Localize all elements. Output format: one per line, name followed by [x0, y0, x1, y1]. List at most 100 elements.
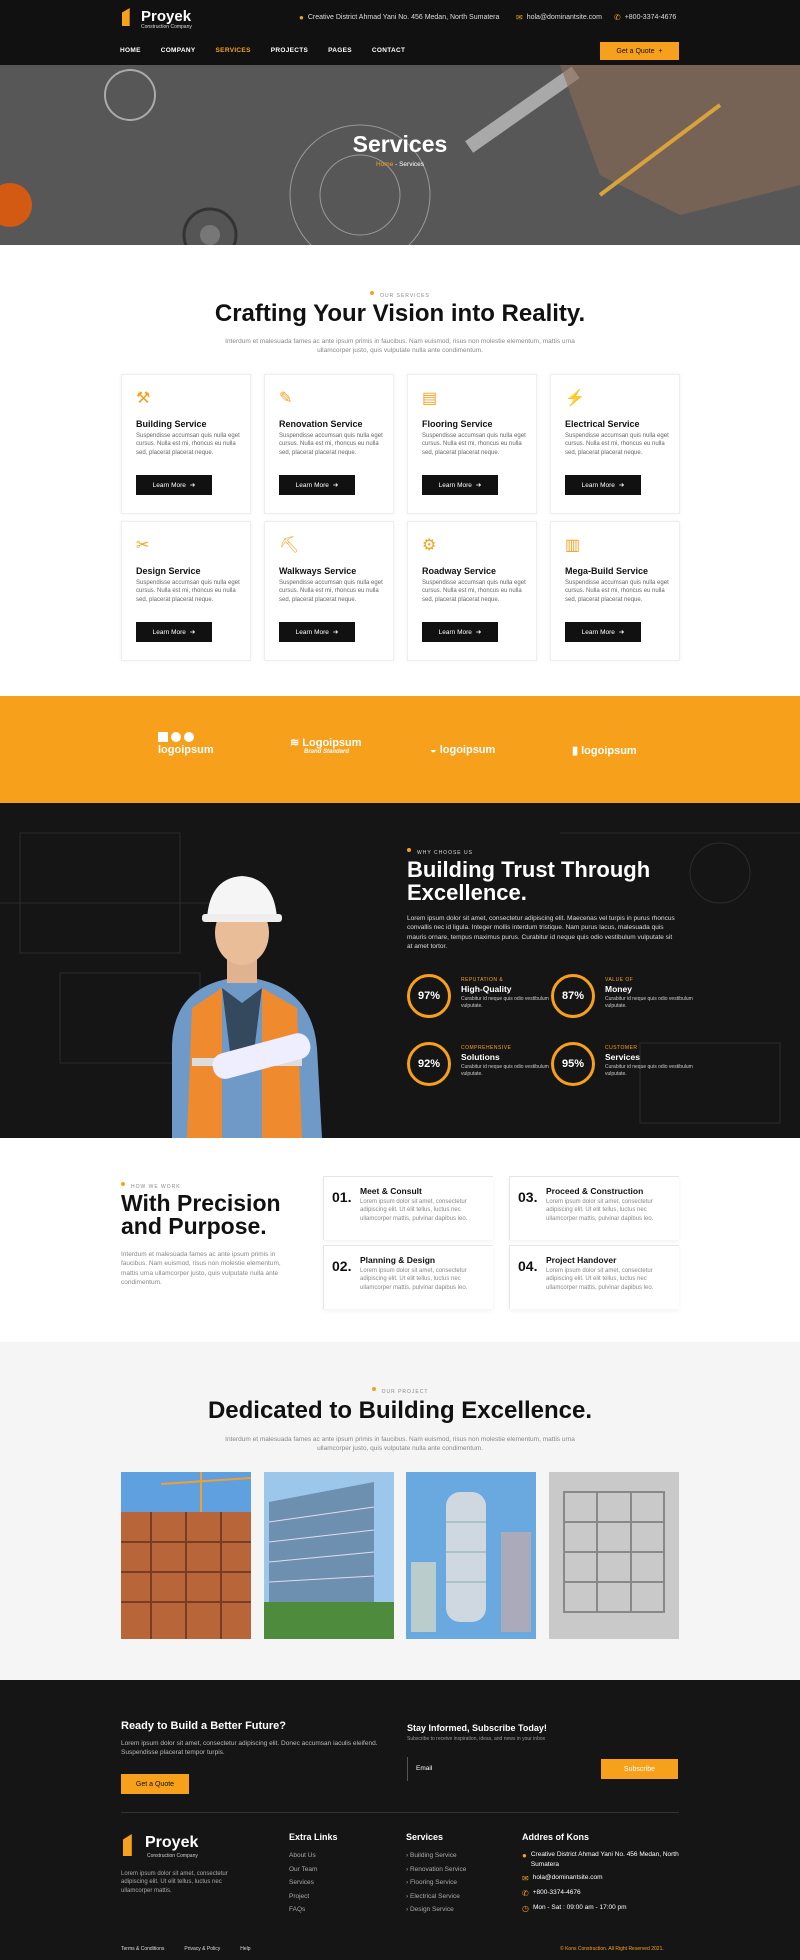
cta-text: Lorem ipsum dolor sit amet, consectetur … [121, 1740, 378, 1757]
step-title: Proceed & Construction [546, 1186, 644, 1196]
step-number: 03. [518, 1189, 538, 1205]
step-desc: Lorem ipsum dolor sit amet, consectetur … [360, 1268, 468, 1291]
service-desc: Suspendisse accumsan quis nulla eget cur… [136, 580, 240, 603]
footer-link-about[interactable]: About Us [289, 1849, 317, 1863]
service-card: ⚒ Building Service Suspendisse accumsan qu… [121, 374, 251, 514]
step-desc: Lorem ipsum dolor sit amet, consectetur … [546, 1199, 654, 1222]
mail-icon: ✉ [522, 1873, 529, 1883]
learn-more-button[interactable]: Learn More ➔ [279, 475, 355, 495]
nav-company[interactable]: COMPANY [161, 47, 196, 54]
learn-more-button[interactable]: Learn More ➔ [422, 622, 498, 642]
footer-services-list: › Building Service › Renovation Service … [406, 1849, 466, 1917]
partner-logo-1[interactable]: logoipsum [158, 732, 214, 756]
step-number: 02. [332, 1258, 352, 1274]
learn-more-button[interactable]: Learn More ➔ [279, 622, 355, 642]
brand-tagline: Construction Company [141, 24, 192, 30]
partner-logos: logoipsum ≋ Logoipsum Brand Standard ◒ l… [0, 696, 800, 803]
partner-logo-4[interactable]: ▮ logoipsum [572, 744, 637, 757]
stat-label: VALUE OF [605, 977, 634, 983]
arrow-right-icon: ➔ [618, 629, 625, 636]
process-step: 02. Planning & Design Lorem ipsum dolor si… [323, 1245, 493, 1309]
stat-title: Services [605, 1052, 640, 1062]
footer-phone[interactable]: ✆ +800-3374-4676 [522, 1888, 682, 1900]
nav-services[interactable]: SERVICES [216, 47, 251, 54]
service-icon: ▥ [565, 537, 581, 554]
footer-service-electrical[interactable]: › Electrical Service [406, 1890, 466, 1904]
learn-more-button[interactable]: Learn More ➔ [136, 475, 212, 495]
learn-more-button[interactable]: Learn More ➔ [565, 475, 641, 495]
blueprint-background [0, 832, 800, 1124]
stat-label: COMPREHENSIVE [461, 1045, 512, 1051]
service-desc: Suspendisse accumsan quis nulla eget cur… [279, 580, 383, 603]
email-input[interactable]: Email [407, 1757, 597, 1781]
partner-mark-icon [158, 732, 214, 742]
service-desc: Suspendisse accumsan quis nulla eget cur… [565, 433, 669, 456]
footer-hours: ◷ Mon - Sat : 09:00 am - 17:00 pm [522, 1903, 627, 1913]
stat-ring: 95% [551, 1042, 595, 1086]
arrow-right-icon: ➔ [332, 629, 339, 636]
arrow-right-icon: ➔ [475, 629, 482, 636]
breadcrumb-home[interactable]: Home [376, 161, 393, 168]
footer-logo-icon[interactable] [123, 1834, 132, 1856]
partner-logo-3[interactable]: ◒ logoipsum [430, 744, 495, 756]
project-image-1[interactable] [121, 1472, 251, 1639]
extra-links-list: About Us Our Team Services Project FAQs [289, 1849, 317, 1917]
header-email[interactable]: ✉ hola@dominantsite.com [516, 13, 602, 22]
header-phone[interactable]: ✆ +800-3374-4676 [614, 13, 676, 22]
footer-service-design[interactable]: › Design Service [406, 1903, 466, 1917]
stat-desc: Curabitur id neque quis odio vestibulum … [461, 996, 549, 1009]
footer-link-services[interactable]: Services [289, 1876, 317, 1890]
nav-home[interactable]: HOME [120, 47, 141, 54]
project-image-2[interactable] [264, 1472, 394, 1639]
footer-service-renovation[interactable]: › Renovation Service [406, 1863, 466, 1877]
service-desc: Suspendisse accumsan quis nulla eget cur… [422, 580, 526, 603]
service-title: Mega-Build Service [565, 566, 649, 576]
stat-title: Money [605, 984, 632, 994]
service-title: Electrical Service [565, 419, 640, 429]
copyright: © Kons Construction. All Right Reserved … [560, 1946, 664, 1952]
footer-service-flooring[interactable]: › Flooring Service [406, 1876, 466, 1890]
breadcrumb: Home - Services [375, 161, 425, 168]
service-desc: Suspendisse accumsan quis nulla eget cur… [136, 433, 240, 456]
project-image-3[interactable] [406, 1472, 536, 1639]
stat-label: REPUTATION & [461, 977, 504, 983]
projects-lead: Interdum et malesuada fames ac ante ipsu… [225, 1436, 575, 1453]
cta-quote-button[interactable]: Get a Quote [121, 1774, 189, 1794]
learn-more-button[interactable]: Learn More ➔ [422, 475, 498, 495]
address-title: Addres of Kons [522, 1832, 590, 1842]
service-icon: ⛏ [279, 537, 300, 554]
footer-brand[interactable]: Proyek [145, 1834, 198, 1852]
logo-icon[interactable] [122, 8, 130, 26]
service-title: Flooring Service [422, 419, 493, 429]
page-title: Services [352, 131, 448, 157]
terms-link[interactable]: Terms & Conditions [121, 1946, 164, 1952]
service-card: ✎ Renovation Service Suspendisse accumsan … [264, 374, 394, 514]
nav-pages[interactable]: PAGES [328, 47, 352, 54]
footer-tagline: Construction Company [147, 1853, 198, 1859]
nav-contact[interactable]: CONTACT [372, 47, 405, 54]
learn-more-button[interactable]: Learn More ➔ [565, 622, 641, 642]
footer-link-team[interactable]: Our Team [289, 1863, 317, 1877]
get-quote-button[interactable]: Get a Quote + [600, 42, 679, 60]
footer-link-faqs[interactable]: FAQs [289, 1903, 317, 1917]
partner-logo-2[interactable]: ≋ Logoipsum Brand Standard [290, 736, 362, 755]
phone-icon: ✆ [614, 13, 621, 22]
learn-more-button[interactable]: Learn More ➔ [136, 622, 212, 642]
subscribe-button[interactable]: Subscribe [601, 1759, 678, 1779]
footer-link-project[interactable]: Project [289, 1890, 317, 1904]
process-text: Interdum et malesuada fames ac ante ipsu… [121, 1251, 281, 1287]
nav-projects[interactable]: PROJECTS [271, 47, 308, 54]
stat-desc: Curabitur id neque quis odio vestibulum … [605, 996, 693, 1009]
cta-title: Ready to Build a Better Future? [121, 1720, 287, 1732]
step-number: 04. [518, 1258, 538, 1274]
stat-ring: 92% [407, 1042, 451, 1086]
footer-service-building[interactable]: › Building Service [406, 1849, 466, 1863]
location-pin-icon: ● [522, 1851, 527, 1860]
service-title: Renovation Service [279, 419, 363, 429]
stat-label: CUSTOMER [605, 1045, 638, 1051]
help-link[interactable]: Help [240, 1946, 250, 1952]
brand-name[interactable]: Proyek [141, 8, 191, 25]
privacy-link[interactable]: Privacy & Policy [184, 1946, 220, 1952]
project-image-4[interactable] [549, 1472, 679, 1639]
footer-email[interactable]: ✉ hola@dominantsite.com [522, 1873, 682, 1885]
